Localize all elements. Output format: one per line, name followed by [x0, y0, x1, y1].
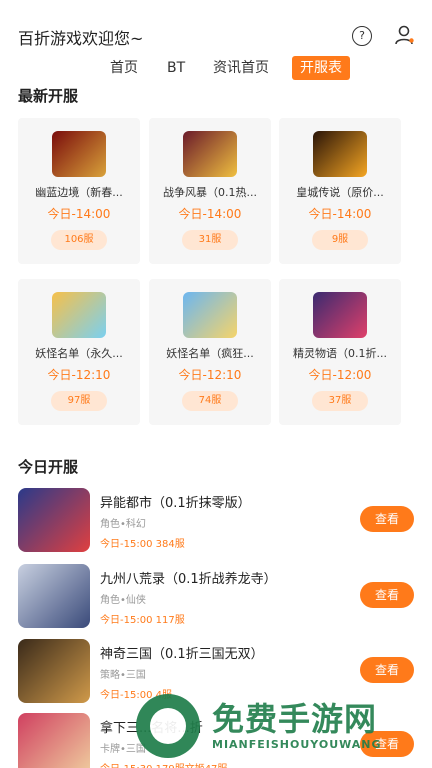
- view-button[interactable]: 查看: [360, 506, 414, 532]
- watermark-subtext: MIANFEISHOUYOUWANG: [212, 738, 382, 751]
- game-open-info: 今日-15:00 117服: [100, 615, 185, 626]
- main-tabs: 首页 BT 资讯首页 开服表: [0, 52, 432, 82]
- watermark: 免费手游网 MIANFEISHOUYOUWANG: [136, 688, 432, 768]
- game-name: 神奇三国（0.1折三国无双）: [100, 647, 264, 662]
- server-card[interactable]: 战争风暴（0.1热... 今日-14:00 31服: [149, 118, 271, 264]
- section-title-today: 今日开服: [18, 458, 79, 476]
- card-server-badge: 37服: [312, 391, 368, 411]
- game-icon: [18, 564, 90, 628]
- card-open-time: 今日-12:10: [47, 368, 111, 382]
- list-item[interactable]: 异能都市（0.1折抹零版） 角色•科幻 今日-15:00 384服 查看: [0, 488, 432, 558]
- game-icon: [18, 639, 90, 703]
- view-button[interactable]: 查看: [360, 582, 414, 608]
- card-server-badge: 31服: [182, 230, 238, 250]
- card-server-badge: 9服: [312, 230, 368, 250]
- card-game-name: 精灵物语（0.1折...: [293, 347, 387, 360]
- app-title: 百折游戏欢迎您~: [18, 29, 144, 48]
- card-open-time: 今日-14:00: [47, 207, 111, 221]
- top-bar: 百折游戏欢迎您~ ? 首页 BT 资讯首页 开服表: [0, 0, 432, 84]
- card-game-name: 妖怪名单（永久...: [35, 347, 123, 360]
- server-card[interactable]: 妖怪名单（永久... 今日-12:10 97服: [18, 279, 140, 425]
- card-game-name: 妖怪名单（疯狂...: [166, 347, 254, 360]
- game-thumbnail: [313, 292, 367, 338]
- game-thumbnail: [52, 131, 106, 177]
- section-title-latest: 最新开服: [18, 87, 79, 105]
- card-open-time: 今日-12:10: [178, 368, 242, 382]
- game-tags: 角色•仙侠: [100, 595, 146, 606]
- card-game-name: 战争风暴（0.1热...: [163, 186, 257, 199]
- list-item[interactable]: 九州八荒录（0.1折战养龙寺） 角色•仙侠 今日-15:00 117服 查看: [0, 564, 432, 634]
- card-server-badge: 97服: [51, 391, 107, 411]
- card-game-name: 皇城传说（原价...: [296, 186, 384, 199]
- server-card[interactable]: 皇城传说（原价... 今日-14:00 9服: [279, 118, 401, 264]
- tab-home[interactable]: 首页: [110, 56, 138, 80]
- game-name: 异能都市（0.1折抹零版）: [100, 496, 251, 511]
- game-thumbnail: [183, 131, 237, 177]
- server-card[interactable]: 精灵物语（0.1折... 今日-12:00 37服: [279, 279, 401, 425]
- watermark-text: 免费手游网: [212, 700, 378, 738]
- game-icon: [18, 713, 90, 768]
- server-card[interactable]: 妖怪名单（疯狂... 今日-12:10 74服: [149, 279, 271, 425]
- help-icon[interactable]: ?: [352, 26, 372, 46]
- card-open-time: 今日-12:00: [308, 368, 372, 382]
- game-thumbnail: [313, 131, 367, 177]
- tab-bt[interactable]: BT: [167, 56, 185, 80]
- game-name: 九州八荒录（0.1折战养龙寺）: [100, 572, 277, 587]
- tab-news[interactable]: 资讯首页: [213, 56, 269, 80]
- game-tags: 策略•三国: [100, 670, 146, 681]
- game-icon: [18, 488, 90, 552]
- card-open-time: 今日-14:00: [178, 207, 242, 221]
- user-icon[interactable]: [394, 24, 416, 46]
- game-tags: 角色•科幻: [100, 519, 146, 530]
- game-thumbnail: [52, 292, 106, 338]
- card-server-badge: 74服: [182, 391, 238, 411]
- server-card[interactable]: 幽蓝边境（新春... 今日-14:00 106服: [18, 118, 140, 264]
- game-thumbnail: [183, 292, 237, 338]
- card-server-badge: 106服: [51, 230, 107, 250]
- card-open-time: 今日-14:00: [308, 207, 372, 221]
- card-game-name: 幽蓝边境（新春...: [35, 186, 123, 199]
- game-open-info: 今日-15:00 384服: [100, 539, 185, 550]
- view-button[interactable]: 查看: [360, 657, 414, 683]
- watermark-logo: [136, 694, 200, 758]
- tab-server-list[interactable]: 开服表: [292, 56, 350, 80]
